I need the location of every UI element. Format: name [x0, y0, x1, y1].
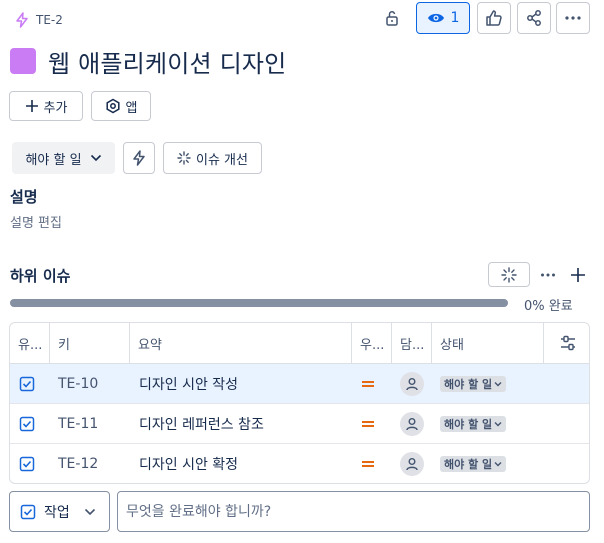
- avatar-icon: [400, 412, 424, 436]
- more-icon: [564, 15, 582, 21]
- assignee-cell[interactable]: [400, 444, 424, 483]
- work-type-label: 작업: [44, 504, 70, 521]
- more-icon: [540, 272, 556, 278]
- status-badge[interactable]: 해야 할 일: [440, 456, 507, 472]
- table-header: 유... 키 요약 우... 담... 상태: [10, 323, 589, 364]
- chevron-down-icon: [494, 461, 502, 467]
- apps-button[interactable]: 앱: [91, 91, 151, 121]
- issue-title[interactable]: 웹 애플리케이션 디자인: [48, 44, 286, 79]
- chevron-down-icon: [494, 381, 502, 387]
- eye-icon: [427, 11, 445, 25]
- share-button[interactable]: [517, 2, 551, 34]
- watch-button[interactable]: 1: [416, 2, 470, 34]
- status-badge-label: 해야 할 일: [444, 418, 493, 431]
- column-key[interactable]: 키: [50, 323, 130, 363]
- add-button-label: 추가: [43, 100, 68, 116]
- share-icon: [525, 9, 543, 27]
- row-key[interactable]: TE-12: [58, 444, 98, 483]
- status-badge-label: 해야 할 일: [444, 458, 493, 471]
- task-checkbox-icon: [19, 376, 35, 392]
- column-settings-icon: [559, 335, 577, 351]
- subtasks-more-button[interactable]: [536, 262, 560, 287]
- task-type-cell: [19, 364, 35, 404]
- task-checkbox-icon: [19, 416, 35, 432]
- watch-count: 1: [450, 10, 460, 26]
- status-cell[interactable]: 해야 할 일: [440, 364, 507, 404]
- apps-button-label: 앱: [125, 100, 138, 116]
- more-actions-button[interactable]: [556, 2, 590, 34]
- table-row[interactable]: TE-10 디자인 시안 작성 해야 할 일: [10, 364, 589, 404]
- priority-medium-icon[interactable]: [361, 444, 375, 483]
- column-config-button[interactable]: [544, 323, 589, 363]
- column-status[interactable]: 상태: [432, 323, 544, 363]
- column-summary[interactable]: 요약: [130, 323, 352, 363]
- status-badge[interactable]: 해야 할 일: [440, 416, 507, 432]
- avatar-icon: [400, 372, 424, 396]
- lightning-icon: [131, 150, 147, 166]
- like-button[interactable]: [477, 2, 511, 34]
- status-dropdown[interactable]: 해야 할 일: [12, 142, 115, 174]
- work-type-select[interactable]: 작업: [9, 491, 110, 532]
- status-dropdown-label: 해야 할 일: [25, 152, 82, 168]
- subtasks-table: 유... 키 요약 우... 담... 상태 TE-10 디자인 시안 작성 해…: [9, 322, 590, 484]
- issue-title-row: 웹 애플리케이션 디자인: [10, 44, 286, 78]
- task-type-cell: [19, 444, 35, 483]
- column-priority[interactable]: 우...: [352, 323, 392, 363]
- plus-icon: [25, 99, 39, 113]
- status-badge-label: 해야 할 일: [444, 378, 493, 391]
- assignee-cell[interactable]: [400, 404, 424, 444]
- row-key[interactable]: TE-11: [58, 404, 98, 444]
- subtask-summary-input[interactable]: [117, 491, 590, 532]
- add-button[interactable]: 추가: [9, 91, 83, 121]
- thumbs-up-icon: [485, 9, 503, 27]
- table-row[interactable]: TE-11 디자인 레퍼런스 참조 해야 할 일: [10, 404, 589, 444]
- row-key[interactable]: TE-10: [58, 364, 98, 404]
- priority-medium-icon[interactable]: [361, 364, 375, 404]
- automation-button[interactable]: [123, 142, 155, 174]
- row-summary[interactable]: 디자인 시안 확정: [139, 444, 238, 483]
- ai-suggest-subtasks-button[interactable]: [488, 262, 530, 287]
- apps-icon: [105, 98, 121, 114]
- subtasks-heading: 하위 이슈: [10, 267, 71, 285]
- plus-icon: [570, 267, 586, 283]
- issue-type-icon: [10, 48, 36, 74]
- lightning-icon: [14, 12, 30, 28]
- progress-text: 0% 완료: [524, 299, 573, 314]
- improve-issue-button[interactable]: 이슈 개선: [163, 142, 262, 174]
- task-type-cell: [19, 404, 35, 444]
- avatar-icon: [400, 452, 424, 476]
- description-editor[interactable]: 설명 편집: [10, 212, 62, 231]
- status-cell[interactable]: 해야 할 일: [440, 404, 507, 444]
- subtasks-progress-bar: [10, 299, 508, 307]
- row-summary[interactable]: 디자인 레퍼런스 참조: [139, 404, 264, 444]
- assignee-cell[interactable]: [400, 364, 424, 404]
- status-badge[interactable]: 해야 할 일: [440, 376, 507, 392]
- table-row[interactable]: TE-12 디자인 시안 확정 해야 할 일: [10, 444, 589, 483]
- chevron-down-icon: [90, 154, 102, 162]
- task-checkbox-icon: [20, 504, 36, 520]
- chevron-down-icon: [494, 421, 502, 427]
- sparkle-icon: [501, 266, 517, 283]
- description-heading: 설명: [10, 188, 38, 206]
- status-cell[interactable]: 해야 할 일: [440, 444, 507, 483]
- column-assignee[interactable]: 담...: [392, 323, 432, 363]
- chevron-down-icon: [84, 508, 96, 516]
- add-subtask-button[interactable]: [566, 262, 590, 287]
- priority-medium-icon[interactable]: [361, 404, 375, 444]
- sparkle-icon: [177, 151, 191, 165]
- improve-issue-label: 이슈 개선: [196, 152, 248, 168]
- breadcrumb: TE-2: [14, 10, 63, 30]
- task-checkbox-icon: [19, 456, 35, 472]
- issue-key-link[interactable]: TE-2: [36, 13, 63, 27]
- row-summary[interactable]: 디자인 시안 작성: [139, 364, 238, 404]
- unlock-icon: [383, 9, 401, 27]
- column-type[interactable]: 유...: [10, 323, 50, 363]
- lock-button[interactable]: [376, 3, 408, 33]
